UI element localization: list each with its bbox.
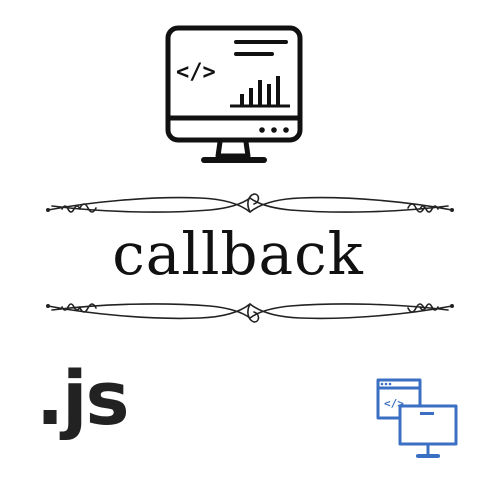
code-glyph: </> <box>176 60 216 85</box>
page-title: callback <box>112 220 364 288</box>
ornamental-divider-bottom <box>46 302 454 323</box>
code-glyph-blue: </> <box>384 397 404 410</box>
js-label: .js <box>36 356 130 442</box>
browser-code-monitor-icon: </> <box>376 378 458 458</box>
monitor-code-icon: </> <box>165 25 303 163</box>
